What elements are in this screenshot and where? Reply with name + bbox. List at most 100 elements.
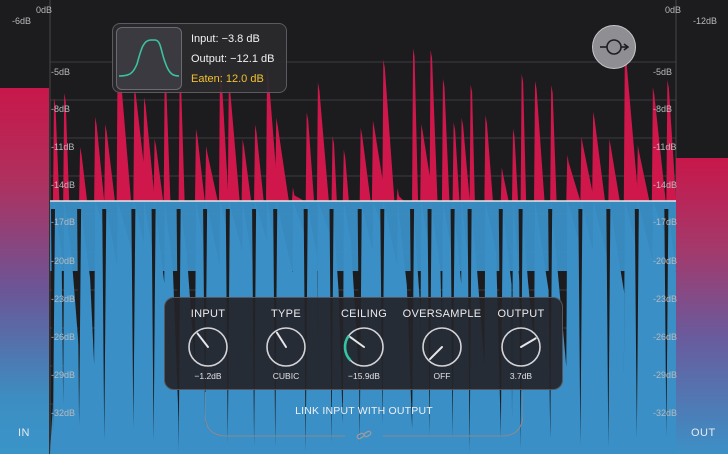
waveform-peak-over-ceiling [412, 48, 419, 202]
scale-right-label: -20dB [653, 256, 678, 266]
waveform-peak-over-ceiling [305, 112, 315, 201]
controls-panel: INPUT −1.2dB TYPE CUBIC CEILING −15.9dB OVERSA… [164, 297, 563, 390]
bypass-button[interactable] [592, 25, 636, 69]
waveform-peak-over-ceiling [566, 154, 581, 201]
scale-right-label: -32dB [653, 408, 678, 418]
scale-left-label: -5dB [51, 67, 71, 77]
scale-left-label: -14dB [51, 180, 76, 190]
knob-value-arc [343, 335, 352, 362]
knob-input[interactable]: INPUT −1.2dB [168, 298, 248, 391]
waveform-peak-over-ceiling [520, 73, 527, 201]
scale-right-label: -11dB [653, 142, 677, 152]
waveform-peak-over-ceiling [163, 76, 171, 201]
scale-left-label: -23dB [51, 294, 76, 304]
waveform-peak-over-ceiling [452, 122, 460, 201]
scale-left-0db: 0dB [36, 5, 53, 15]
waveform-peak-over-ceiling [460, 117, 470, 201]
limiter-plugin-ui: -6dB 0dB 0dB -12dB IN OUT Input: −3.8 dB… [0, 0, 728, 454]
tooltip-output: Output: −12.1 dB [191, 53, 275, 65]
knob-dial[interactable] [499, 325, 543, 369]
knob-value: CUBIC [272, 371, 300, 381]
scale-left-label: -8dB [51, 104, 71, 114]
scale-right-0db: 0dB [665, 5, 682, 15]
waveform-peak-over-ceiling [143, 97, 155, 201]
waveform-peak-over-ceiling [580, 136, 595, 201]
knob-dial[interactable] [420, 325, 464, 369]
knob-output[interactable]: OUTPUT 3.7dB [481, 298, 561, 391]
waveform-peak-over-ceiling [396, 188, 405, 201]
scale-right-label: -29dB [653, 370, 678, 380]
waveform-peak-over-ceiling [79, 146, 88, 201]
knob-title: OUTPUT [497, 308, 545, 320]
waveform-peak-over-ceiling [429, 49, 438, 202]
knob-dial[interactable] [342, 325, 386, 369]
waveform-peak-over-ceiling [94, 116, 105, 201]
waveform-peak-over-ceiling [623, 52, 639, 202]
waveform-peak-over-ceiling [104, 124, 115, 201]
knob-dial[interactable] [264, 325, 308, 369]
knob-ceiling[interactable]: CEILING −15.9dB [324, 298, 404, 391]
waveform-peak-over-ceiling [275, 117, 289, 201]
waveform-peak-over-ceiling [608, 139, 620, 201]
knob-dial[interactable] [186, 325, 230, 369]
knob-value: −15.9dB [348, 371, 380, 381]
bypass-loop-icon [600, 39, 629, 55]
knob-title: CEILING [340, 308, 388, 320]
scale-right-label: -26dB [653, 332, 678, 342]
waveform-peak-over-ceiling [194, 128, 205, 201]
gain-readout-tooltip: Input: −3.8 dB Output: −12.1 dB Eaten: 1… [112, 23, 287, 93]
waveform-peak-over-ceiling [254, 124, 264, 201]
waveform-peak-over-ceiling [500, 167, 509, 201]
waveform-peak-over-ceiling [441, 78, 450, 201]
waveform-peak-over-ceiling [512, 128, 519, 201]
waveform-peak-over-ceiling [178, 78, 185, 201]
knob-value: 3.7dB [509, 371, 533, 381]
scale-right-label: -8dB [653, 104, 673, 114]
scale-right-label: -5dB [653, 67, 673, 77]
scale-left-label: -29dB [51, 370, 76, 380]
transfer-curve-graph [116, 27, 182, 90]
knob-pointer [196, 332, 209, 348]
input-level-meter [0, 88, 49, 454]
waveform-peak-over-ceiling [291, 187, 305, 201]
waveform-peak-over-ceiling [227, 84, 240, 201]
link-input-output-area: LINK INPUT WITH OUTPUT [205, 392, 523, 440]
waveform-peak-over-ceiling [592, 111, 606, 201]
waveform-peak-over-ceiling [331, 135, 337, 201]
scale-left-label: -20dB [51, 256, 76, 266]
waveform-peak-over-ceiling [534, 80, 545, 201]
transfer-curve-icon [118, 39, 180, 77]
waveform-peak-over-ceiling [550, 85, 557, 201]
out-meter-label: OUT [691, 427, 716, 439]
knob-value: OFF [433, 371, 451, 381]
knob-pointer [520, 337, 537, 348]
waveform-peak-over-ceiling [153, 138, 164, 201]
scale-right-label: -14dB [653, 180, 678, 190]
knob-title: INPUT [190, 308, 226, 320]
scale-right-far: -12dB [693, 16, 718, 26]
knob-pointer [349, 336, 365, 348]
scale-left-label: -17dB [51, 217, 76, 227]
tooltip-input: Input: −3.8 dB [191, 33, 260, 45]
waveform-peak-over-ceiling [205, 146, 218, 201]
waveform-peak-over-ceiling [636, 145, 650, 201]
knob-pointer [428, 346, 443, 361]
chain-link-icon [356, 430, 372, 440]
waveform-peak-over-ceiling [469, 84, 475, 201]
scale-right-label: -17dB [653, 217, 678, 227]
knob-pointer [275, 331, 287, 348]
link-input-with-output-label[interactable]: LINK INPUT WITH OUTPUT [205, 405, 523, 417]
knob-oversample[interactable]: OVERSAMPLE OFF [402, 298, 482, 391]
scale-left-label: -11dB [51, 142, 75, 152]
scale-right-label: -23dB [653, 294, 678, 304]
knob-value: −1.2dB [194, 371, 222, 381]
link-toggle-button[interactable] [356, 428, 372, 446]
waveform-peak-over-ceiling [342, 149, 349, 201]
knob-type[interactable]: TYPE CUBIC [246, 298, 326, 391]
waveform-peak-over-ceiling [241, 139, 252, 201]
scale-left-label: -32dB [51, 408, 76, 418]
output-level-meter [676, 158, 728, 454]
scale-left-label: -26dB [51, 332, 76, 342]
tooltip-eaten: Eaten: 12.0 dB [191, 73, 264, 85]
waveform-peak-over-ceiling [382, 59, 395, 201]
